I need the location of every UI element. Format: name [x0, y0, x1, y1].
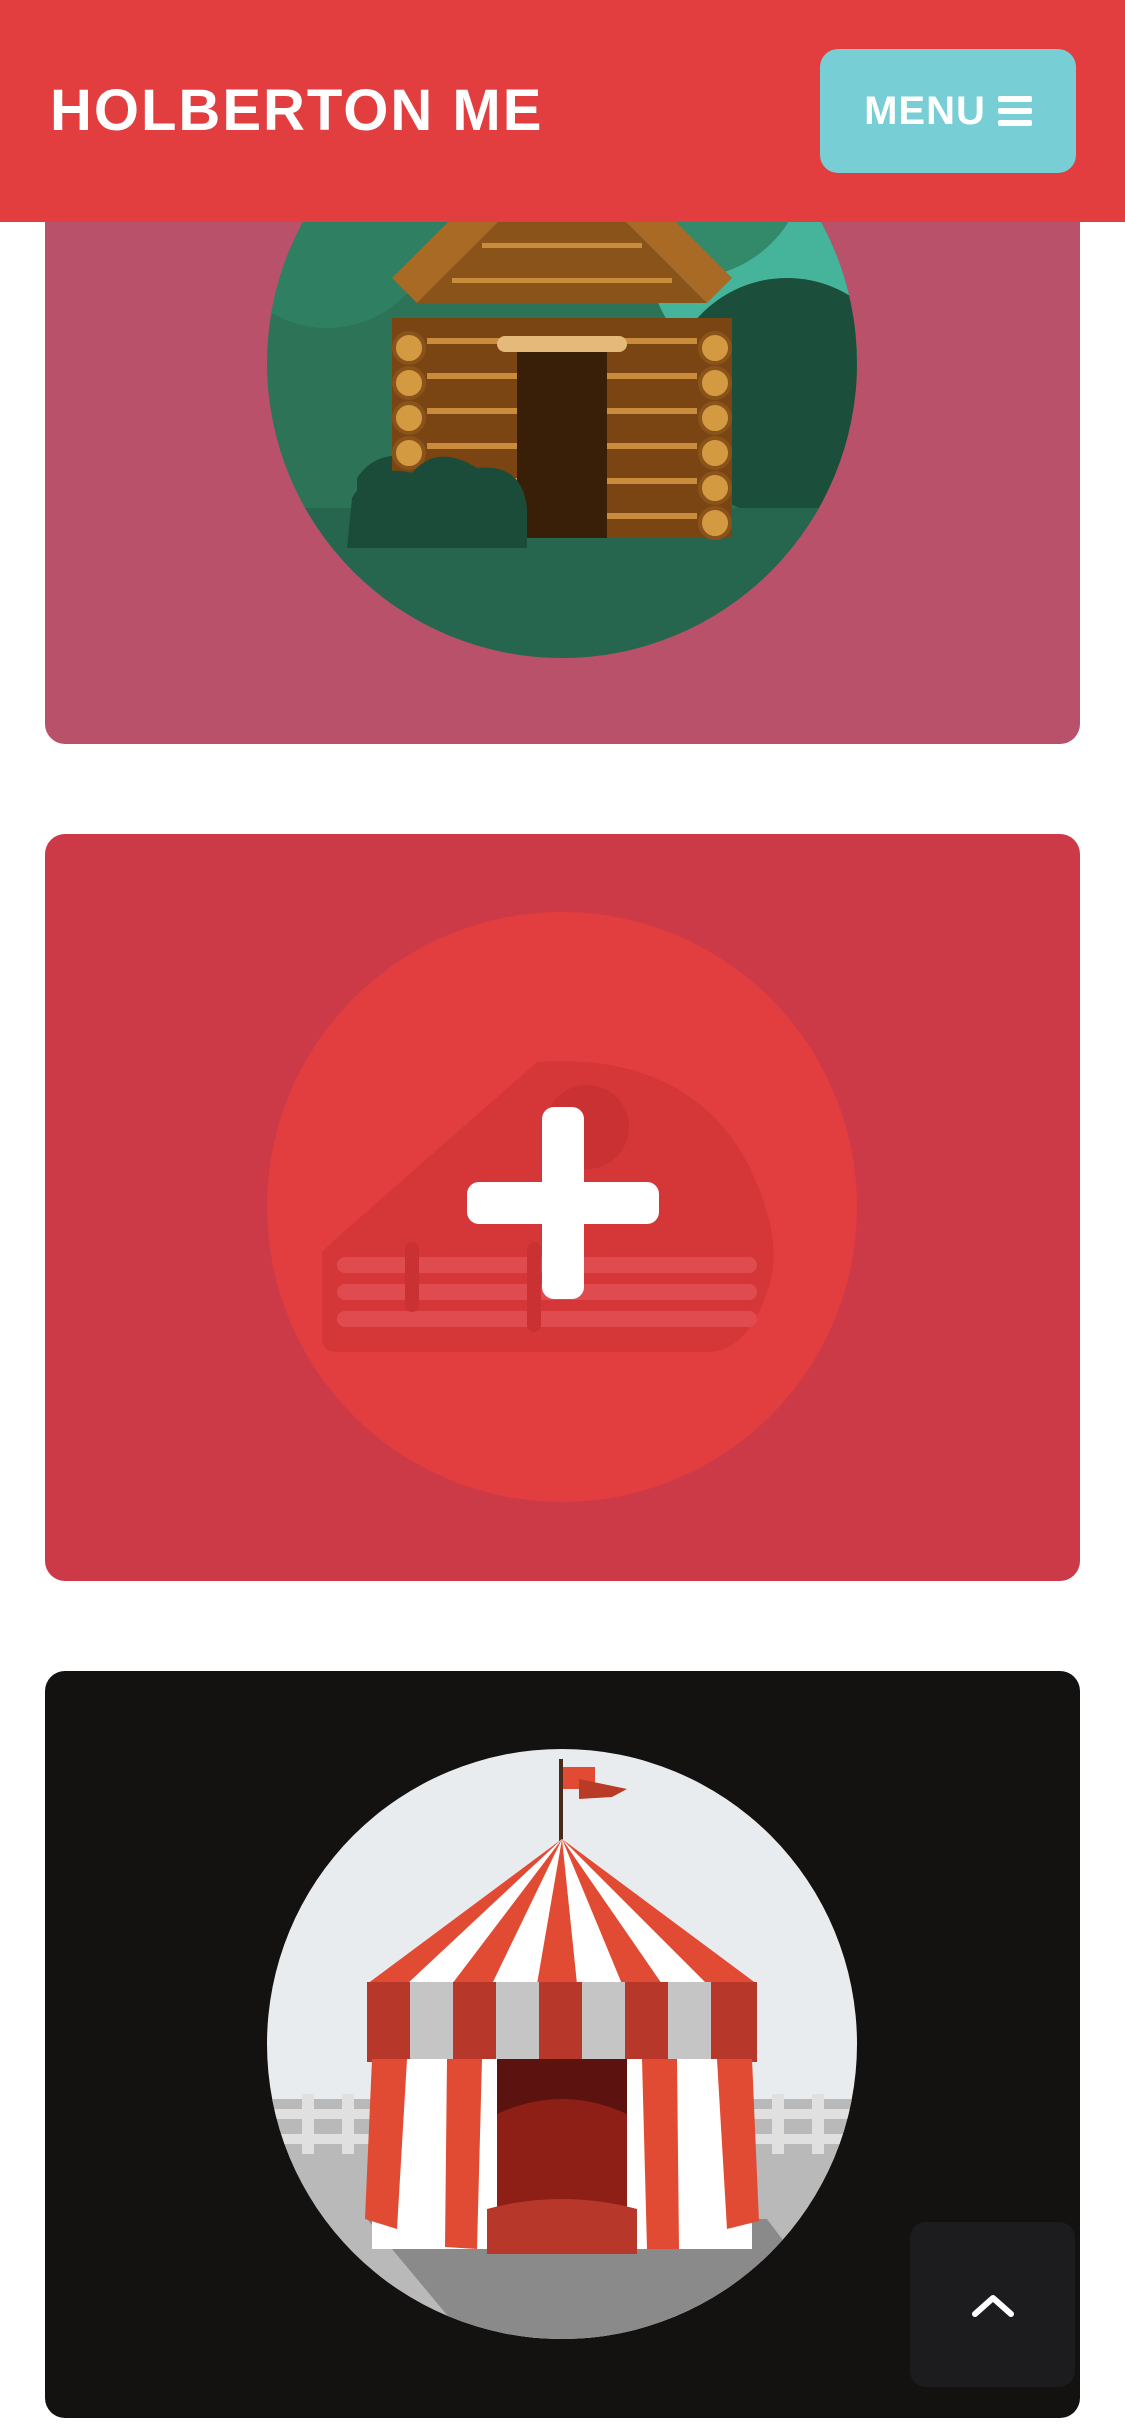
circus-tent-icon	[267, 1749, 857, 2339]
add-project-card[interactable]	[45, 834, 1080, 1581]
back-to-top-button[interactable]	[910, 2222, 1075, 2387]
menu-label: MENU	[864, 88, 986, 133]
site-title[interactable]: HOLBERTON ME	[50, 80, 543, 142]
menu-button[interactable]: MENU	[820, 49, 1076, 173]
chevron-up-icon	[971, 2294, 1014, 2317]
site-header: HOLBERTON ME MENU	[0, 0, 1125, 222]
plus-icon	[267, 912, 857, 1502]
hamburger-icon	[997, 96, 1032, 126]
